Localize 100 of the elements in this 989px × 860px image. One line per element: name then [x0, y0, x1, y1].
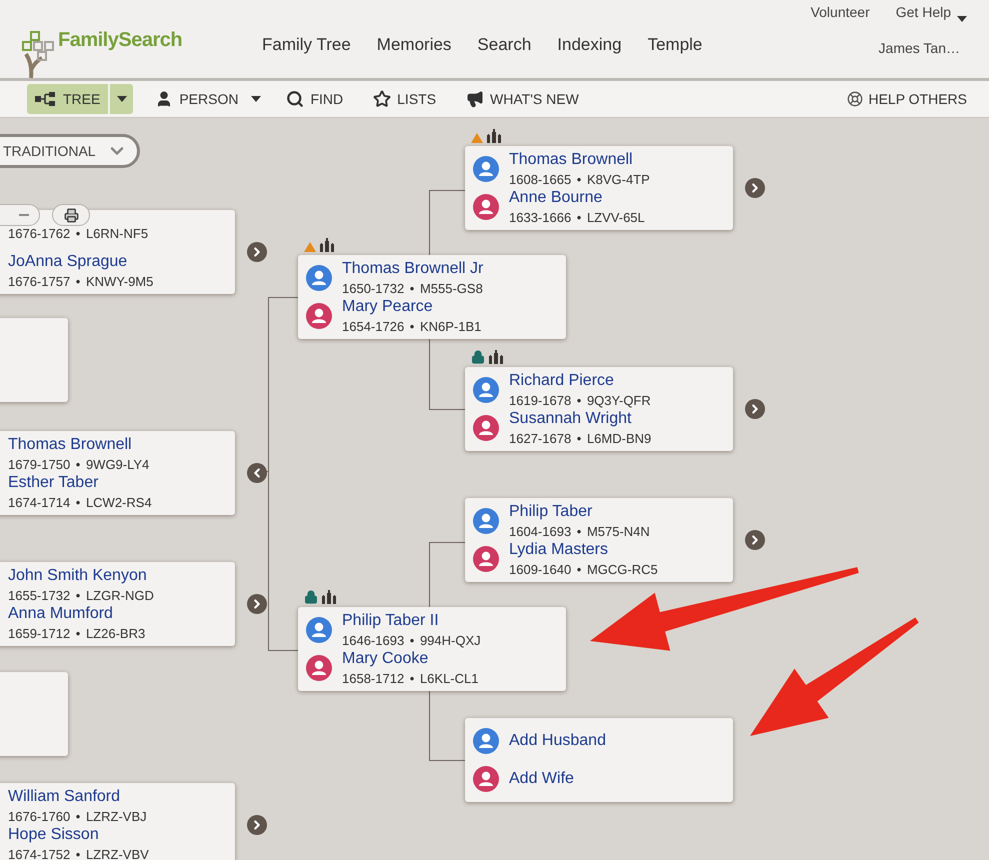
nav-link[interactable]: Temple	[648, 35, 702, 78]
male-avatar-icon	[306, 617, 332, 643]
view-selector[interactable]: TRADITIONAL	[0, 134, 140, 168]
caret-icon	[251, 96, 262, 102]
tree-icon	[35, 92, 57, 106]
expand-button[interactable]	[247, 815, 267, 835]
person-vitals: 1659-1712 • LZ26-BR3	[8, 626, 146, 641]
person-name-link[interactable]: Philip Taber II	[342, 612, 481, 630]
person-vitals: 1604-1693 • M575-N4N	[509, 524, 650, 539]
person-name-link[interactable]: Add Husband	[509, 732, 606, 750]
expand-button[interactable]	[745, 530, 765, 550]
person-vitals: 1633-1666 • LZVV-65L	[509, 210, 645, 225]
person-vitals: 1655-1732 • LZGR-NGD	[8, 588, 154, 603]
minus-icon	[19, 214, 29, 216]
expand-button[interactable]	[745, 399, 765, 419]
toolbar-button[interactable]: TREE	[27, 84, 108, 114]
male-avatar-icon	[306, 265, 332, 291]
couple-card[interactable]: Richard Pierce 1619-1678 • 9Q3Y-QFR Susannah Wright 1627-1678 • L6MD-BN9	[465, 367, 733, 451]
female-avatar-icon	[473, 766, 499, 792]
search-icon	[286, 90, 304, 108]
toolbar-button[interactable]: LISTS	[365, 84, 444, 114]
lock-icon	[304, 590, 318, 604]
couple-card[interactable]: Thomas Brownell Jr 1650-1732 • M555-GS8 Mary Pearce 1654-1726 • KN6P-1B1	[298, 255, 566, 339]
warning-icon	[471, 133, 483, 143]
person-name-link[interactable]: Esther Taber	[8, 474, 152, 492]
person-name-link[interactable]: Mary Pearce	[342, 298, 482, 316]
couple-card[interactable]: Thomas Brownell 1608-1665 • K8VG-4TP Anne Bourne 1633-1666 • LZVV-65L	[465, 146, 733, 230]
lifebuoy-icon	[847, 91, 864, 107]
temple-icon	[320, 238, 334, 252]
person-name-link[interactable]: John Smith Kenyon	[8, 567, 154, 585]
toolbar-button[interactable]: FIND	[278, 84, 352, 114]
couple-card[interactable]: 1676-1762 • L6RN-NF5 JoAnna Sprague 1676-1757 • KNWY-9M5	[0, 210, 235, 294]
person-vitals: 1619-1678 • 9Q3Y-QFR	[509, 393, 651, 408]
collapse-button[interactable]	[247, 463, 267, 483]
person-name-link[interactable]: Philip Taber	[509, 503, 650, 521]
male-avatar-icon	[473, 508, 499, 534]
person-vitals: 1679-1750 • 9WG9-LY4	[8, 457, 150, 472]
person-vitals: 1627-1678 • L6MD-BN9	[509, 431, 652, 446]
person-vitals: 1650-1732 • M555-GS8	[342, 281, 484, 296]
person-vitals: 1654-1726 • KN6P-1B1	[342, 319, 482, 334]
male-avatar-icon	[473, 377, 499, 403]
nav-link[interactable]: Search	[477, 35, 532, 78]
male-avatar-icon	[473, 728, 499, 754]
person-name-link[interactable]: Anne Bourne	[509, 189, 645, 207]
person-vitals: 1658-1712 • L6KL-CL1	[342, 671, 478, 686]
person-name-link[interactable]: Lydia Masters	[509, 541, 658, 559]
couple-card[interactable]: Thomas Brownell 1679-1750 • 9WG9-LY4 Esther Taber 1674-1714 • LCW2-RS4	[0, 431, 235, 515]
person-vitals: 1646-1693 • 994H-QXJ	[342, 633, 481, 648]
couple-card[interactable]: William Sanford 1676-1760 • LZRZ-VBJ Hope Sisson 1674-1752 • LZRZ-VBV	[0, 783, 235, 860]
top-link[interactable]: Volunteer	[810, 4, 870, 27]
person-name-link[interactable]: Richard Pierce	[509, 372, 651, 390]
female-avatar-icon	[473, 415, 499, 441]
expand-button[interactable]	[247, 594, 267, 614]
couple-card[interactable]: Philip Taber II 1646-1693 • 994H-QXJ Mary Cooke 1658-1712 • L6KL-CL1	[298, 607, 566, 691]
help-others-button[interactable]: HELP OTHERS	[841, 84, 973, 114]
caret-icon	[116, 96, 127, 102]
star-icon	[373, 90, 392, 108]
nav-link[interactable]: Memories	[376, 35, 452, 78]
print-button[interactable]	[52, 204, 90, 226]
dropdown-caret-button[interactable]	[109, 84, 134, 114]
female-avatar-icon	[473, 194, 499, 220]
expand-button[interactable]	[247, 242, 267, 262]
couple-card[interactable]: Philip Taber 1604-1693 • M575-N4N Lydia Masters 1609-1640 • MGCG-RC5	[465, 498, 733, 582]
person-name-link[interactable]: Thomas Brownell Jr	[342, 260, 484, 278]
add-parents-card[interactable]: Add Husband Add Wife	[465, 718, 733, 802]
nav-link[interactable]: Family Tree	[262, 35, 351, 78]
person-name-link[interactable]: Thomas Brownell	[509, 151, 650, 169]
person-vitals: 1676-1757 • KNWY-9M5	[8, 274, 154, 289]
expand-button[interactable]	[745, 178, 765, 198]
person-name-link[interactable]: Add Wife	[509, 770, 574, 788]
person-name-link[interactable]: Susannah Wright	[509, 410, 652, 428]
couple-card[interactable]: John Smith Kenyon 1655-1732 • LZGR-NGD Anna Mumford 1659-1712 • LZ26-BR3	[0, 562, 235, 646]
toolbar-button[interactable]: WHAT'S NEW	[458, 84, 587, 114]
person-vitals: 1609-1640 • MGCG-RC5	[509, 562, 658, 577]
person-name-link[interactable]: Mary Cooke	[342, 650, 478, 668]
warning-icon	[304, 242, 316, 252]
temple-icon	[487, 129, 501, 143]
temple-icon	[322, 590, 336, 604]
megaphone-icon	[466, 90, 484, 108]
person-vitals: 1674-1752 • LZRZ-VBV	[8, 847, 149, 860]
tree-logo-icon	[22, 30, 56, 78]
female-avatar-icon	[306, 303, 332, 329]
female-avatar-icon	[473, 546, 499, 572]
person-name-link[interactable]: Anna Mumford	[8, 605, 146, 623]
person-vitals: 1674-1714 • LCW2-RS4	[8, 495, 152, 510]
person-name-link[interactable]: Thomas Brownell	[8, 436, 150, 454]
print-icon	[64, 208, 78, 222]
female-avatar-icon	[306, 655, 332, 681]
person-vitals: 1676-1760 • LZRZ-VBJ	[8, 809, 147, 824]
toolbar-button[interactable]: PERSON	[147, 84, 246, 114]
temple-icon	[489, 350, 503, 364]
person-name-link[interactable]: JoAnna Sprague	[8, 253, 154, 271]
nav-link[interactable]: Indexing	[557, 35, 622, 78]
male-avatar-icon	[473, 156, 499, 182]
top-link[interactable]: Get Help	[896, 4, 951, 27]
person-name-link[interactable]: William Sanford	[8, 788, 147, 806]
person-vitals: 1608-1665 • K8VG-4TP	[509, 172, 650, 187]
user-name[interactable]: James Tan…	[878, 40, 960, 56]
person-vitals: 1676-1762 • L6RN-NF5	[8, 226, 148, 240]
person-name-link[interactable]: Hope Sisson	[8, 826, 149, 844]
